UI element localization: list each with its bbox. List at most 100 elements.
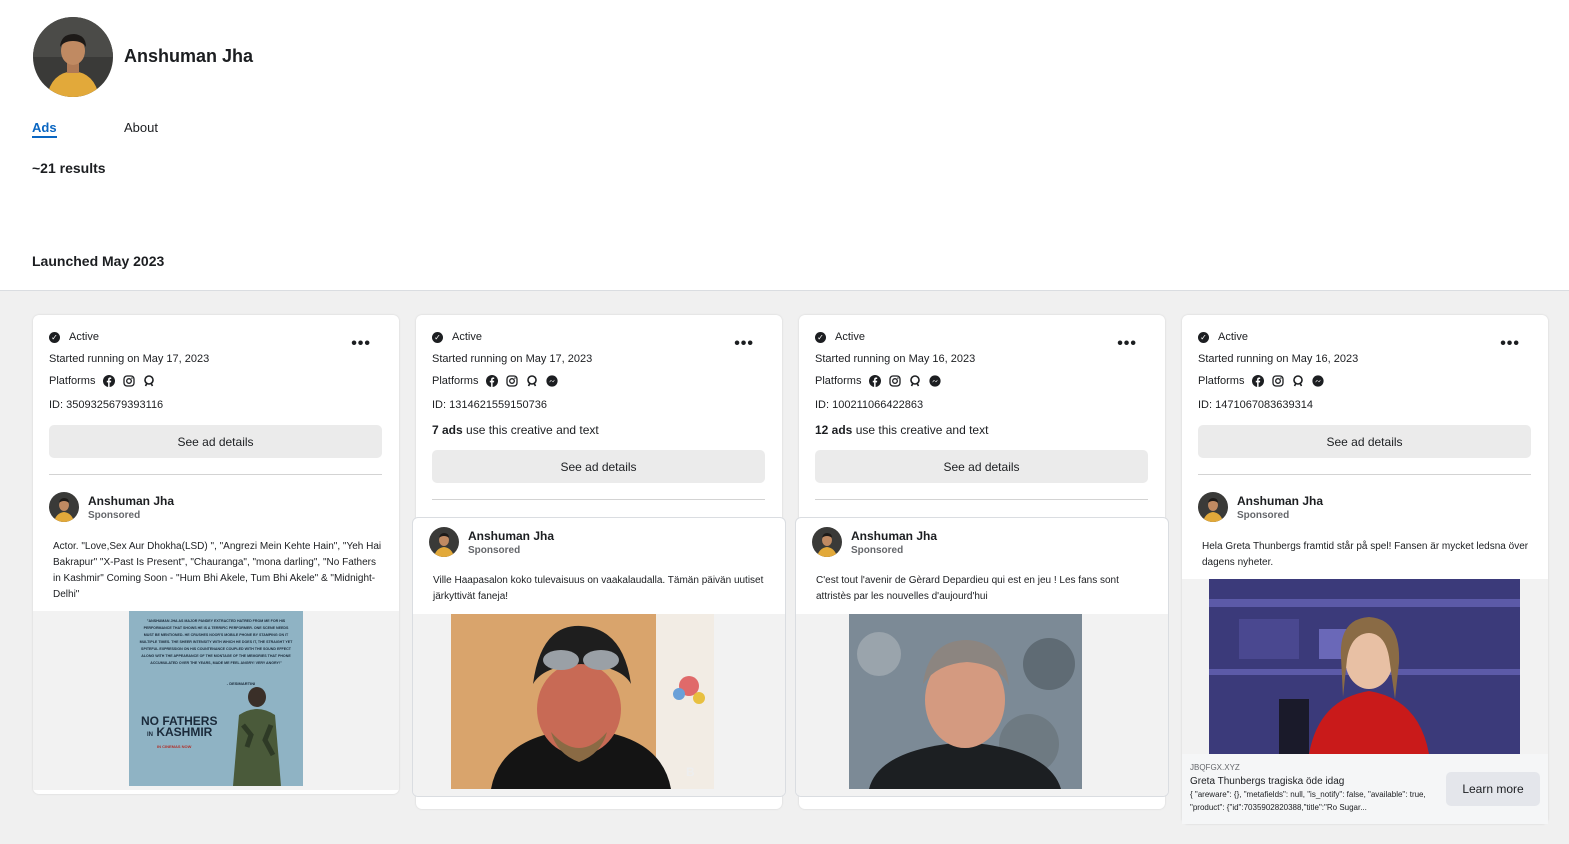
poster-title: NO FATHERS IN KASHMIR IN CINEMAS NOW bbox=[141, 714, 218, 749]
watermark: B bbox=[686, 765, 695, 779]
started-running: Started running on May 16, 2023 bbox=[1198, 353, 1359, 365]
learn-more-button[interactable]: Learn more bbox=[1446, 772, 1540, 806]
ad-body-text: C'est tout l'avenir de Gèrard Depardieu … bbox=[816, 575, 1119, 602]
check-icon: ✓ bbox=[49, 331, 60, 343]
platforms-label: Platforms bbox=[432, 375, 479, 387]
ad-id: ID: 1314621559150736 bbox=[432, 399, 547, 411]
see-ad-details-button[interactable]: See ad details bbox=[432, 450, 765, 483]
movie-poster: "ANSHUMAN JHA AS MAJOR PANDEY EXTRACTED … bbox=[129, 611, 303, 786]
ad-creative: Anshuman Jha Sponsored Hela Greta Thunbe… bbox=[1182, 490, 1548, 824]
creative-count: 7 ads use this creative and text bbox=[432, 423, 599, 437]
divider bbox=[49, 474, 382, 475]
ad-id: ID: 100211066422863 bbox=[815, 399, 924, 411]
divider bbox=[432, 499, 765, 500]
more-options-icon[interactable]: ••• bbox=[1500, 335, 1520, 353]
link-title[interactable]: Greta Thunbergs tragiska öde idag bbox=[1190, 776, 1344, 787]
ad-body-text: Actor. "Love,Sex Aur Dhokha(LSD) ", "Ang… bbox=[53, 541, 382, 600]
results-count: ~21 results bbox=[32, 160, 106, 176]
page-title: Anshuman Jha bbox=[124, 46, 254, 66]
messenger-icon bbox=[546, 375, 559, 387]
ad-card: ✓ Active ••• Started running on May 16, … bbox=[795, 315, 1169, 809]
see-ad-details-button[interactable]: See ad details bbox=[815, 450, 1148, 483]
sponsored-label: Sponsored bbox=[1237, 510, 1290, 521]
advertiser-avatar bbox=[1198, 492, 1228, 522]
ad-body-text: Hela Greta Thunbergs framtid står på spe… bbox=[1202, 541, 1529, 568]
divider bbox=[815, 499, 1148, 500]
advertiser-name[interactable]: Anshuman Jha bbox=[851, 529, 937, 543]
facebook-icon bbox=[486, 375, 499, 387]
facebook-icon bbox=[869, 375, 882, 387]
advertiser-name[interactable]: Anshuman Jha bbox=[1237, 494, 1323, 508]
ad-creative: Anshuman Jha Sponsored Ville Haapasalon … bbox=[412, 517, 786, 797]
started-running: Started running on May 16, 2023 bbox=[815, 353, 976, 365]
status-row: ✓ Active bbox=[49, 331, 99, 343]
poster-quote: "ANSHUMAN JHA AS MAJOR PANDEY EXTRACTED … bbox=[139, 619, 293, 665]
see-ad-details-button[interactable]: See ad details bbox=[1198, 425, 1531, 458]
section-title: Launched May 2023 bbox=[32, 253, 165, 269]
instagram-icon bbox=[889, 375, 902, 387]
status-label: Active bbox=[69, 331, 99, 343]
tab-about[interactable]: About bbox=[124, 120, 158, 135]
platforms-label: Platforms bbox=[49, 375, 96, 387]
ad-media: "ANSHUMAN JHA AS MAJOR PANDEY EXTRACTED … bbox=[33, 611, 399, 790]
audience-network-icon bbox=[526, 375, 538, 387]
facebook-icon bbox=[1252, 375, 1265, 387]
ad-body-text: Ville Haapasalon koko tulevaisuus on vaa… bbox=[433, 575, 764, 602]
sponsored-label: Sponsored bbox=[851, 545, 904, 556]
creative-count: 12 ads use this creative and text bbox=[815, 423, 989, 437]
platforms-row: Platforms bbox=[815, 375, 942, 387]
advertiser-name[interactable]: Anshuman Jha bbox=[468, 529, 554, 543]
instagram-icon bbox=[506, 375, 519, 387]
ad-link-footer[interactable]: JBQFGX.XYZ Greta Thunbergs tragiska öde … bbox=[1182, 754, 1548, 824]
ad-id: ID: 1471067083639314 bbox=[1198, 399, 1313, 411]
advertiser-avatar bbox=[429, 527, 459, 557]
facebook-icon bbox=[103, 375, 116, 387]
started-running: Started running on May 17, 2023 bbox=[432, 353, 593, 365]
ad-id: ID: 3509325679393116 bbox=[49, 399, 164, 411]
platforms-row: Platforms bbox=[432, 375, 559, 387]
started-running: Started running on May 17, 2023 bbox=[49, 353, 210, 365]
status-row: ✓ Active bbox=[815, 331, 865, 343]
platforms-row: Platforms bbox=[49, 375, 155, 387]
sponsored-label: Sponsored bbox=[468, 545, 521, 556]
ad-media: B bbox=[413, 614, 785, 796]
ad-card: ✓ Active ••• Started running on May 17, … bbox=[412, 315, 786, 809]
check-icon: ✓ bbox=[432, 331, 443, 343]
profile-avatar[interactable] bbox=[33, 17, 113, 97]
ad-card: ✓ Active ••• Started running on May 17, … bbox=[33, 315, 399, 794]
sponsored-label: Sponsored bbox=[88, 510, 141, 521]
ad-creative: Anshuman Jha Sponsored Actor. "Love,Sex … bbox=[33, 490, 399, 790]
ad-media bbox=[796, 614, 1168, 796]
ad-photo bbox=[451, 614, 714, 789]
more-options-icon[interactable]: ••• bbox=[1117, 335, 1137, 353]
instagram-icon bbox=[1272, 375, 1285, 387]
tab-ads[interactable]: Ads bbox=[32, 120, 57, 138]
status-row: ✓ Active bbox=[432, 331, 482, 343]
more-options-icon[interactable]: ••• bbox=[351, 335, 371, 353]
status-row: ✓ Active bbox=[1198, 331, 1248, 343]
messenger-icon bbox=[929, 375, 942, 387]
platforms-label: Platforms bbox=[815, 375, 862, 387]
platforms-label: Platforms bbox=[1198, 375, 1245, 387]
ad-photo bbox=[849, 614, 1082, 789]
ad-photo bbox=[1209, 579, 1520, 754]
ad-card: ✓ Active ••• Started running on May 16, … bbox=[1182, 315, 1548, 824]
ad-media bbox=[1182, 579, 1548, 754]
link-description: { "areware": {}, "metafields": null, "is… bbox=[1190, 790, 1426, 812]
status-label: Active bbox=[835, 331, 865, 343]
status-label: Active bbox=[452, 331, 482, 343]
messenger-icon bbox=[1312, 375, 1325, 387]
poster-figure bbox=[233, 687, 281, 786]
advertiser-name[interactable]: Anshuman Jha bbox=[88, 494, 174, 508]
platforms-row: Platforms bbox=[1198, 375, 1325, 387]
more-options-icon[interactable]: ••• bbox=[734, 335, 754, 353]
advertiser-avatar bbox=[812, 527, 842, 557]
audience-network-icon bbox=[909, 375, 921, 387]
audience-network-icon bbox=[143, 375, 155, 387]
page-header: Anshuman Jha Ads About ~21 results Launc… bbox=[0, 0, 1569, 290]
status-label: Active bbox=[1218, 331, 1248, 343]
see-ad-details-button[interactable]: See ad details bbox=[49, 425, 382, 458]
check-icon: ✓ bbox=[1198, 331, 1209, 343]
ad-creative: Anshuman Jha Sponsored C'est tout l'aven… bbox=[795, 517, 1169, 797]
check-icon: ✓ bbox=[815, 331, 826, 343]
